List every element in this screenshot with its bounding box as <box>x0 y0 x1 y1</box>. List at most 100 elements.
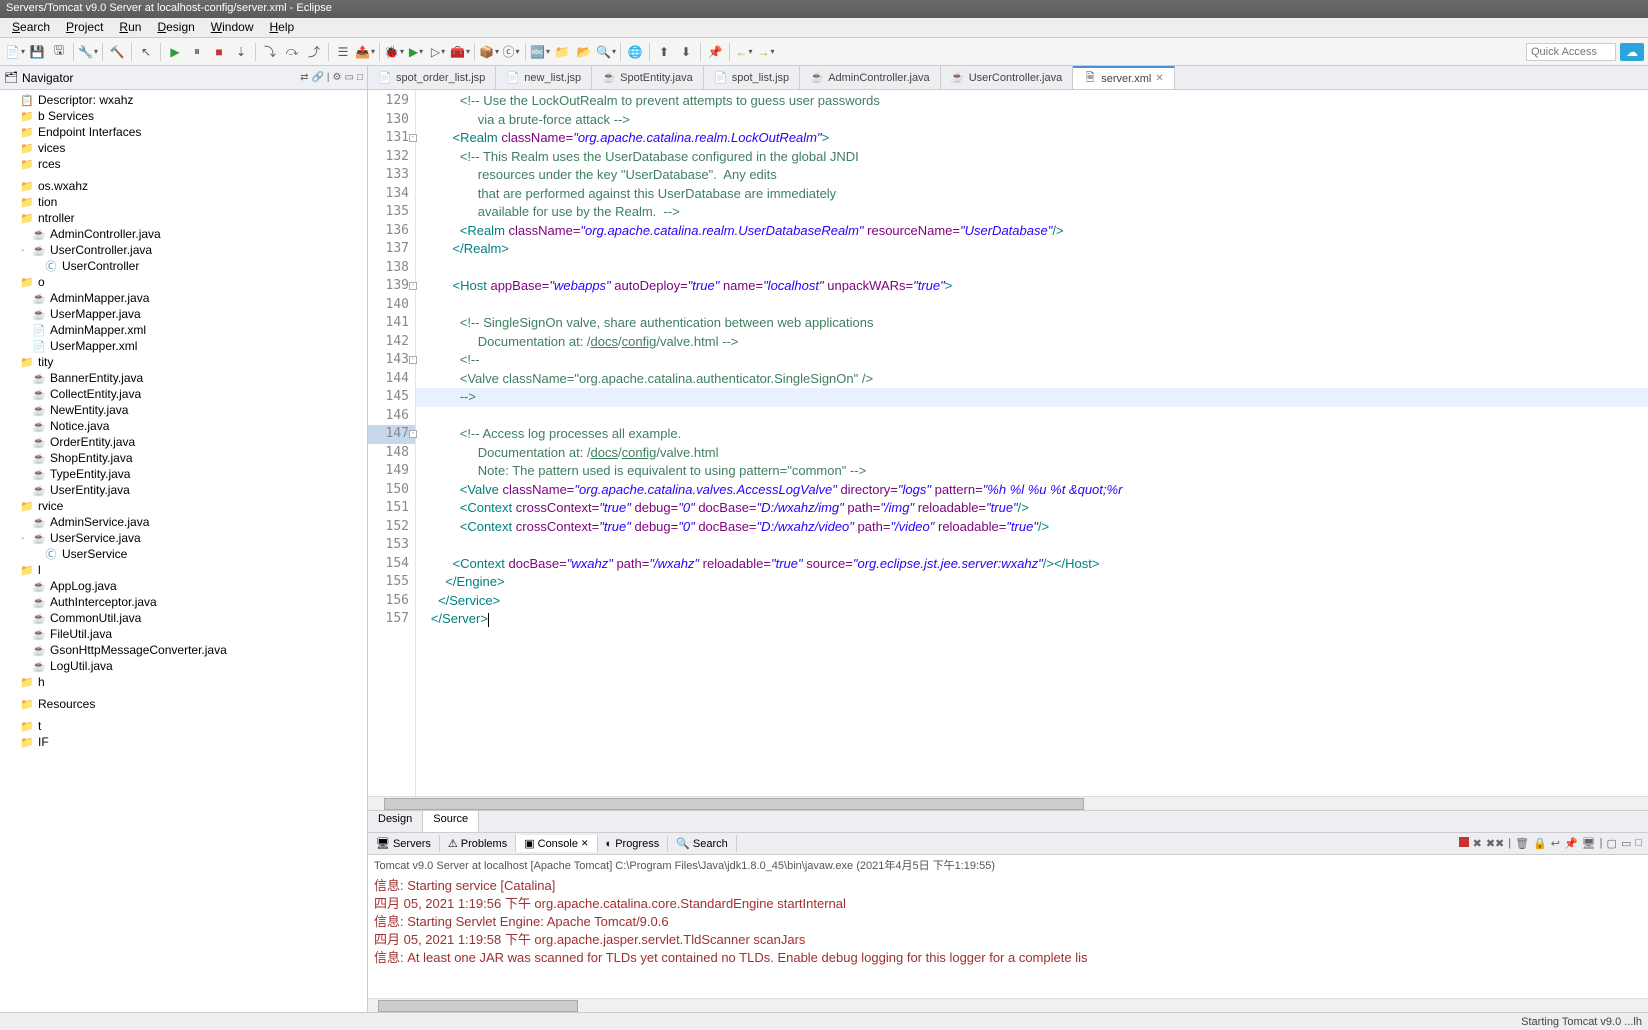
collapse-icon[interactable]: ⇄ <box>300 72 308 83</box>
maximize-icon[interactable]: □ <box>357 72 363 83</box>
folder-icon[interactable]: 📁 <box>553 43 571 61</box>
editor-tab[interactable]: ☕AdminController.java <box>800 66 941 89</box>
step-into-icon[interactable]: ⤵ <box>261 43 279 61</box>
minimize-icon[interactable]: ▭ <box>345 72 354 83</box>
web-icon[interactable]: 🌐 <box>626 43 644 61</box>
debug-button[interactable]: 🐞 <box>385 43 403 61</box>
stop-icon[interactable]: ■ <box>210 43 228 61</box>
tree-item[interactable]: ⒸUserService <box>0 546 367 562</box>
tree-item[interactable]: ☕AdminController.java <box>0 226 367 242</box>
tree-item[interactable]: ☕CommonUtil.java <box>0 610 367 626</box>
back-button[interactable]: ← <box>735 43 753 61</box>
save-button[interactable]: 💾 <box>28 43 46 61</box>
tree-item[interactable]: 📁IF <box>0 734 367 750</box>
tree-item[interactable]: ☕ShopEntity.java <box>0 450 367 466</box>
tree-item[interactable]: ☕GsonHttpMessageConverter.java <box>0 642 367 658</box>
code-editor[interactable]: <!-- Use the LockOutRealm to prevent att… <box>416 90 1648 796</box>
tree-item[interactable]: 📄UserMapper.xml <box>0 338 367 354</box>
link-editor-icon[interactable]: 🔗 <box>311 72 323 83</box>
tree-item[interactable]: 📁Resources <box>0 696 367 712</box>
tree-item[interactable]: 📁rvice <box>0 498 367 514</box>
resume-icon[interactable]: ▶ <box>166 43 184 61</box>
tree-item[interactable]: ☕AppLog.java <box>0 578 367 594</box>
build-icon[interactable]: 🔨 <box>108 43 126 61</box>
scroll-lock-icon[interactable]: 🔒 <box>1533 837 1547 850</box>
tree-item[interactable]: ☕TypeEntity.java <box>0 466 367 482</box>
max-view-icon[interactable]: □ <box>1635 837 1642 850</box>
view-menu-icon[interactable]: ⚙ <box>333 72 342 83</box>
open-console-icon[interactable]: ▢ <box>1607 837 1617 850</box>
word-wrap-icon[interactable]: ↩ <box>1551 837 1560 850</box>
step-return-icon[interactable]: ⤴ <box>305 43 323 61</box>
quick-access-input[interactable] <box>1526 43 1616 61</box>
editor-tab[interactable]: 📄spot_order_list.jsp <box>368 66 496 89</box>
tree-item[interactable]: 📁b Services <box>0 108 367 124</box>
editor-tab[interactable]: ☕UserController.java <box>941 66 1074 89</box>
editor-tab[interactable]: 📄spot_list.jsp <box>704 66 800 89</box>
clear-console-icon[interactable]: 🗑 <box>1515 837 1529 850</box>
console-tab-problems[interactable]: ⚠ Problems <box>440 835 516 852</box>
tree-item[interactable]: 📁Endpoint Interfaces <box>0 124 367 140</box>
suspend-icon[interactable]: ⏸ <box>188 43 206 61</box>
open-type-icon[interactable]: 🔤 <box>531 43 549 61</box>
mode-tab-design[interactable]: Design <box>368 811 423 832</box>
tree-item[interactable]: 📋Descriptor: wxahz <box>0 92 367 108</box>
terminate-icon[interactable] <box>1459 837 1469 847</box>
menu-window[interactable]: Window <box>203 18 262 37</box>
run-button[interactable]: ▶ <box>407 43 425 61</box>
tree-item[interactable]: ☕AuthInterceptor.java <box>0 594 367 610</box>
tree-item[interactable]: 📁ntroller <box>0 210 367 226</box>
tree-item[interactable]: 📁tion <box>0 194 367 210</box>
external-tools-icon[interactable]: 🧰 <box>451 43 469 61</box>
editor-hscroll[interactable] <box>368 796 1648 810</box>
tree-item[interactable]: 📁h <box>0 674 367 690</box>
close-icon[interactable]: ✕ <box>581 838 589 849</box>
menu-search[interactable]: Search <box>4 18 58 37</box>
new-button[interactable]: 📄 <box>6 43 24 61</box>
console-tab-servers[interactable]: 🖥 Servers <box>368 835 440 852</box>
new-package-icon[interactable]: 📦 <box>480 43 498 61</box>
tool-icon[interactable]: 🔧 <box>79 43 97 61</box>
tree-item[interactable]: 📁t <box>0 718 367 734</box>
min-view-icon[interactable]: ▭ <box>1621 837 1631 850</box>
tree-item[interactable]: ☕OrderEntity.java <box>0 434 367 450</box>
close-icon[interactable]: ✕ <box>1155 73 1163 84</box>
tree-item[interactable]: ☕CollectEntity.java <box>0 386 367 402</box>
cloud-icon[interactable]: ☁ <box>1620 43 1644 61</box>
tree-item[interactable]: -☕UserService.java <box>0 530 367 546</box>
tree-item[interactable]: ☕UserEntity.java <box>0 482 367 498</box>
menu-run[interactable]: Run <box>111 18 149 37</box>
align-icon[interactable]: ☰ <box>334 43 352 61</box>
tree-item[interactable]: ⒸUserController <box>0 258 367 274</box>
console-tab-progress[interactable]: ◐ Progress <box>598 836 669 852</box>
display-console-icon[interactable]: 🖥 <box>1582 837 1596 850</box>
publish-icon[interactable]: 📤 <box>356 43 374 61</box>
tree-item[interactable]: ☕Notice.java <box>0 418 367 434</box>
console-output[interactable]: 信息: Starting service [Catalina]四月 05, 20… <box>368 875 1648 998</box>
pin-console-icon[interactable]: 📌 <box>1564 837 1578 850</box>
tree-item[interactable]: 📁os.wxahz <box>0 178 367 194</box>
folder2-icon[interactable]: 📂 <box>575 43 593 61</box>
tree-item[interactable]: ☕FileUtil.java <box>0 626 367 642</box>
tree-item[interactable]: ☕AdminService.java <box>0 514 367 530</box>
tree-item[interactable]: 📁o <box>0 274 367 290</box>
cursor-icon[interactable]: ↖ <box>137 43 155 61</box>
editor-tab[interactable]: ☕SpotEntity.java <box>592 66 704 89</box>
tree-item[interactable]: ☕BannerEntity.java <box>0 370 367 386</box>
console-hscroll[interactable] <box>368 998 1648 1012</box>
tree-item[interactable]: ☕NewEntity.java <box>0 402 367 418</box>
console-tab-search[interactable]: 🔍 Search <box>668 835 737 852</box>
console-tab-console[interactable]: ▣ Console ✕ <box>516 835 597 852</box>
editor-tab[interactable]: 🗎server.xml✕ <box>1073 66 1175 89</box>
tree-item[interactable]: 📁l <box>0 562 367 578</box>
editor-tab[interactable]: 📄new_list.jsp <box>496 66 592 89</box>
tree-item[interactable]: 📁tity <box>0 354 367 370</box>
save-all-button[interactable]: 🖫 <box>50 43 68 61</box>
tree-item[interactable]: -☕UserController.java <box>0 242 367 258</box>
forward-button[interactable]: → <box>757 43 775 61</box>
run-last-icon[interactable]: ▷ <box>429 43 447 61</box>
search-icon[interactable]: 🔍 <box>597 43 615 61</box>
disconnect-icon[interactable]: ⇣ <box>232 43 250 61</box>
menu-design[interactable]: Design <box>149 18 202 37</box>
navigator-tree[interactable]: 📋Descriptor: wxahz📁b Services📁Endpoint I… <box>0 90 367 1012</box>
